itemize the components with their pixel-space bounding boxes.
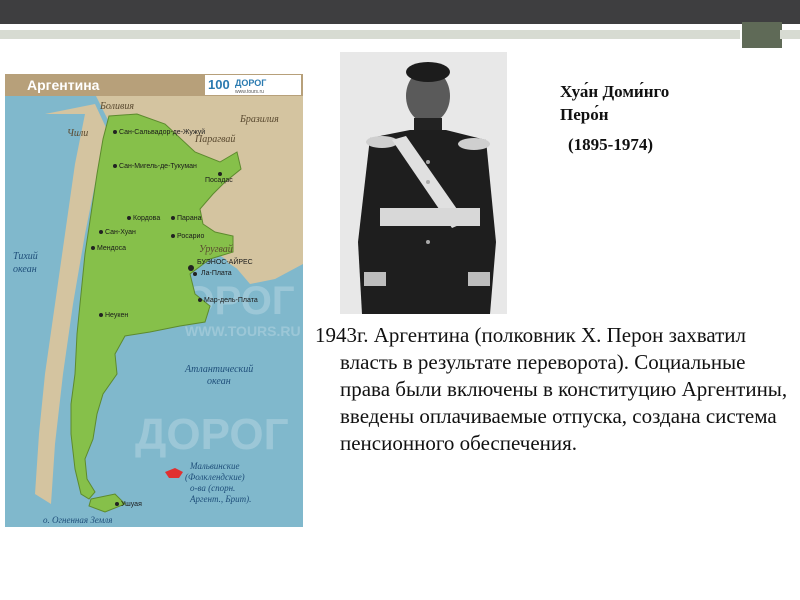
ocean-pacific: океан <box>13 264 37 275</box>
city-label: Мар-дель-Плата <box>204 297 258 304</box>
accent-line-end <box>780 30 800 39</box>
portrait-photo <box>340 52 507 314</box>
city-label: Мендоса <box>97 245 126 252</box>
country-uruguay: Уругвай <box>199 244 233 255</box>
logo-number: 100 <box>208 77 230 92</box>
city-label: Парана <box>177 215 202 222</box>
main-text-block: 1943г. Аргентина (полковник Х. Перон зах… <box>315 322 793 457</box>
watermark-text: ДОРОГ <box>135 410 289 459</box>
city-label: Неукен <box>105 312 128 319</box>
accent-line <box>0 30 740 39</box>
person-years: (1895-1974) <box>568 135 653 154</box>
logo-url: www.tours.ru <box>235 89 264 95</box>
falklands-label: Мальвинские <box>189 461 239 471</box>
city-label: Сан-Сальвадор-де-Жужуй <box>119 128 205 136</box>
country-chile: Чили <box>67 128 88 139</box>
argentina-map: ДОРОГ ДОРОГ ДОРОГ WWW.TOURS.RU WWW.TOURS… <box>5 74 303 527</box>
city-label: Кордова <box>133 215 160 222</box>
person-name-line1: Хуа́н Доми́нго <box>560 82 670 101</box>
person-name-line2: Перо́н <box>560 105 609 124</box>
top-bar <box>0 0 800 24</box>
city-label: Сан-Хуан <box>105 229 136 236</box>
city-label: Ла-Плата <box>201 270 232 277</box>
ocean-atlantic: океан <box>207 376 231 387</box>
accent-tab <box>742 22 782 48</box>
ocean-atlantic: Атлантический <box>184 364 253 375</box>
country-brazil: Бразилия <box>239 114 279 125</box>
watermark-url: WWW.TOURS.RU <box>185 323 301 339</box>
ocean-pacific: Тихий <box>13 251 38 262</box>
city-label: Росарио <box>177 233 204 240</box>
map-title: Аргентина <box>27 77 100 93</box>
city-label: Сан-Мигель-де-Тукуман <box>119 163 197 170</box>
city-label: Посадас <box>205 177 233 184</box>
city-label: БУЭНОС-АЙРЕС <box>197 257 253 266</box>
city-label: Ушуая <box>121 501 142 508</box>
tierra-del-fuego-label: о. Огненная Земля <box>43 515 112 525</box>
main-paragraph: 1943г. Аргентина (полковник Х. Перон зах… <box>315 323 788 455</box>
falklands-label: о-ва (спорн. <box>190 483 235 493</box>
falklands-label: Аргент., Брит). <box>189 494 251 504</box>
logo-text: ДОРОГ <box>235 78 266 88</box>
person-name-block: Хуа́н Доми́нго Перо́н (1895-1974) <box>560 80 790 156</box>
country-bolivia: Боливия <box>99 101 134 112</box>
falklands-label: (Фолклендские) <box>185 472 245 482</box>
